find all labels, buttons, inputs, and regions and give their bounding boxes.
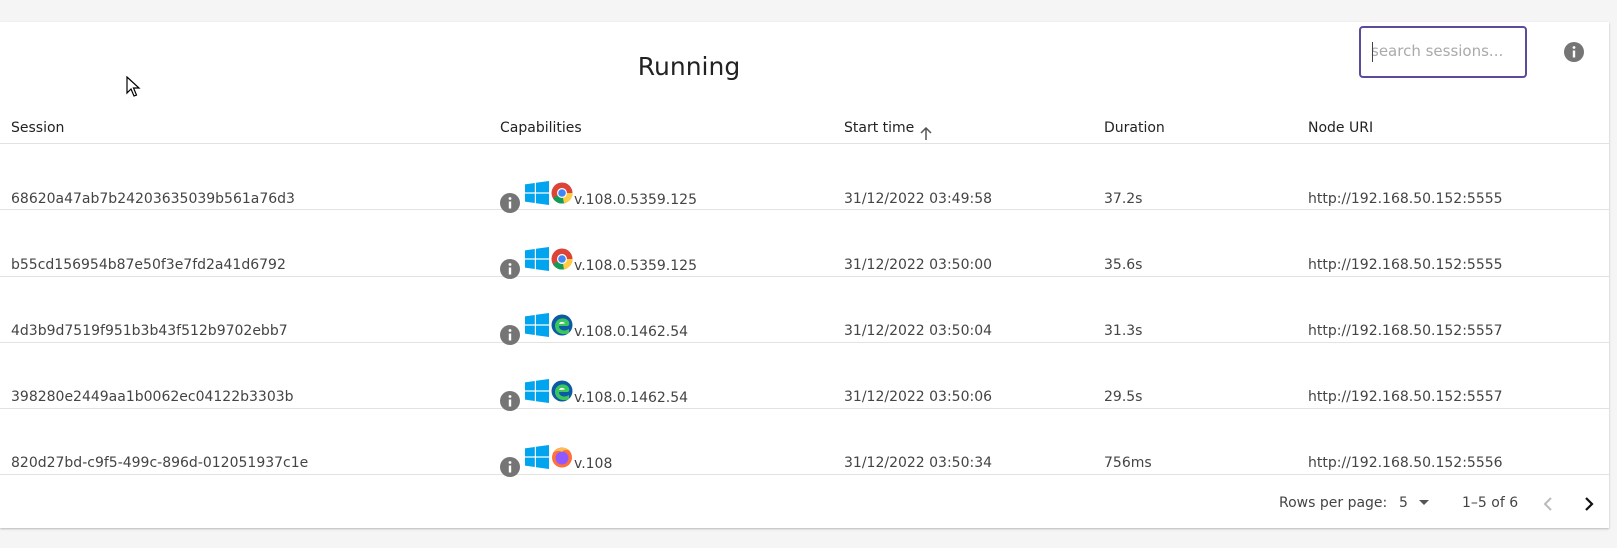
node-uri: http://192.168.50.152:5555 (1308, 191, 1503, 207)
chevron-left-icon[interactable] (1536, 492, 1560, 516)
start-time: 31/12/2022 03:49:58 (844, 191, 993, 207)
session-id: 820d27bd-c9f5-499c-896d-012051937c1e (11, 455, 309, 471)
windows-icon (525, 247, 549, 271)
windows-icon (525, 313, 549, 337)
duration: 29.5s (1104, 389, 1143, 405)
column-header-session[interactable]: Session (11, 120, 64, 136)
info-icon[interactable] (500, 325, 520, 345)
capabilities-cell: v.108.0.1462.54 (500, 313, 740, 353)
windows-icon (525, 181, 549, 205)
divider (0, 342, 1609, 343)
column-header-capabilities[interactable]: Capabilities (500, 120, 582, 136)
divider (0, 209, 1609, 210)
start-time: 31/12/2022 03:50:00 (844, 257, 993, 273)
windows-icon (525, 379, 549, 403)
duration: 35.6s (1104, 257, 1143, 273)
capabilities-cell: v.108.0.5359.125 (500, 247, 740, 287)
chevron-right-icon[interactable] (1577, 492, 1601, 516)
column-header-node-uri[interactable]: Node URI (1308, 120, 1373, 136)
chrome-icon (551, 248, 573, 270)
text-caret (1372, 42, 1373, 62)
panel-title: Running (637, 52, 741, 81)
edge-icon (551, 314, 573, 336)
browser-version: v.108.0.5359.125 (574, 258, 697, 274)
browser-version: v.108 (574, 456, 613, 472)
rows-per-page-value: 5 (1399, 495, 1408, 511)
arrow-up-icon[interactable] (918, 126, 934, 142)
duration: 756ms (1104, 455, 1152, 471)
divider (0, 474, 1609, 475)
divider (0, 408, 1609, 409)
divider (0, 143, 1609, 144)
session-id: 398280e2449aa1b0062ec04122b3303b (11, 389, 294, 405)
duration: 37.2s (1104, 191, 1143, 207)
start-time: 31/12/2022 03:50:04 (844, 323, 993, 339)
browser-version: v.108.0.5359.125 (574, 192, 697, 208)
capabilities-cell: v.108.0.1462.54 (500, 379, 740, 419)
divider (0, 276, 1609, 277)
browser-version: v.108.0.1462.54 (574, 324, 689, 340)
rows-per-page-label: Rows per page: (1279, 495, 1388, 511)
start-time: 31/12/2022 03:50:34 (844, 455, 993, 471)
info-icon[interactable] (500, 259, 520, 279)
node-uri: http://192.168.50.152:5557 (1308, 323, 1503, 339)
search-box[interactable] (1359, 26, 1527, 78)
node-uri: http://192.168.50.152:5557 (1308, 389, 1503, 405)
firefox-icon (551, 446, 573, 468)
mouse-cursor-icon (126, 76, 141, 97)
info-icon[interactable] (500, 193, 520, 213)
pagination-range: 1–5 of 6 (1462, 495, 1519, 511)
session-id: b55cd156954b87e50f3e7fd2a41d6792 (11, 257, 286, 273)
capabilities-cell: v.108 (500, 445, 740, 485)
capabilities-cell: v.108.0.5359.125 (500, 181, 740, 221)
chrome-icon (551, 182, 573, 204)
dropdown-arrow-icon (1419, 500, 1430, 505)
info-icon[interactable] (500, 391, 520, 411)
rows-per-page-select[interactable]: 5 (1399, 495, 1430, 511)
browser-version: v.108.0.1462.54 (574, 390, 689, 406)
session-id: 68620a47ab7b24203635039b561a76d3 (11, 191, 295, 207)
node-uri: http://192.168.50.152:5555 (1308, 257, 1503, 273)
info-icon[interactable] (1564, 42, 1584, 62)
column-header-start-time[interactable]: Start time (844, 120, 914, 136)
duration: 31.3s (1104, 323, 1143, 339)
column-header-duration[interactable]: Duration (1104, 120, 1165, 136)
info-icon[interactable] (500, 457, 520, 477)
search-input[interactable] (1371, 28, 1521, 74)
start-time: 31/12/2022 03:50:06 (844, 389, 993, 405)
windows-icon (525, 445, 549, 469)
running-sessions-panel: Running Session Capabilities Start time … (0, 22, 1609, 528)
edge-icon (551, 380, 573, 402)
node-uri: http://192.168.50.152:5556 (1308, 455, 1503, 471)
session-id: 4d3b9d7519f951b3b43f512b9702ebb7 (11, 323, 288, 339)
